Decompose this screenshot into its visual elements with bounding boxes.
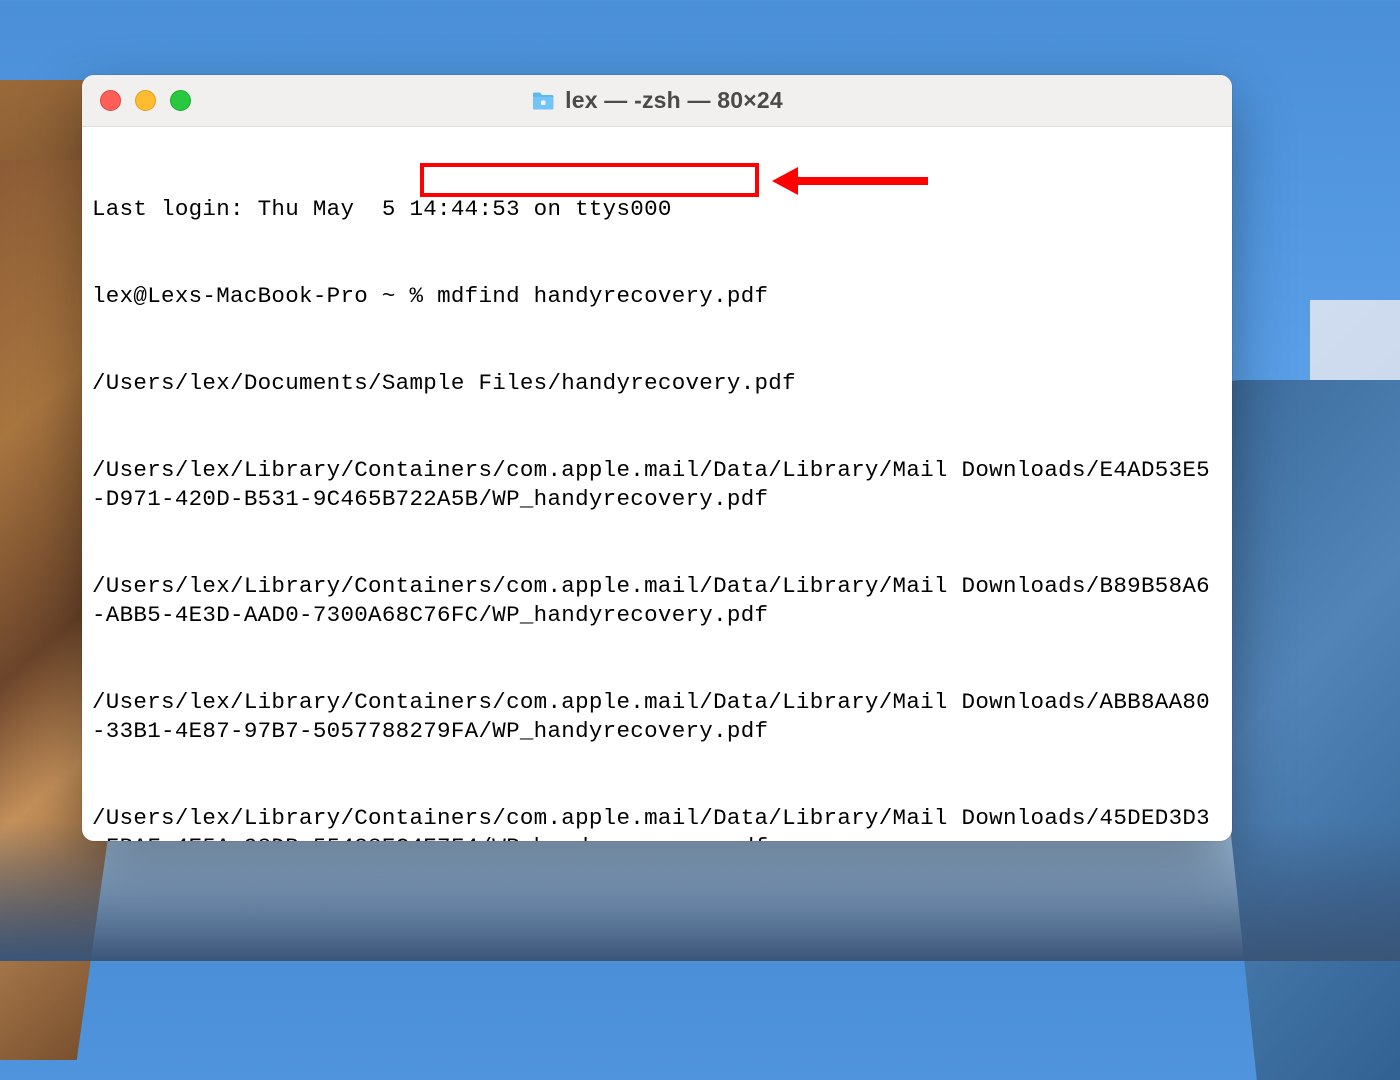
output-line: /Users/lex/Library/Containers/com.apple.… — [92, 456, 1222, 514]
folder-icon — [531, 91, 555, 111]
prompt-line: lex@Lexs-MacBook-Pro ~ % mdfind handyrec… — [92, 282, 1222, 311]
maximize-button[interactable] — [170, 90, 191, 111]
close-button[interactable] — [100, 90, 121, 111]
annotation-highlight-box — [420, 163, 759, 197]
titlebar[interactable]: lex — -zsh — 80×24 — [82, 75, 1232, 127]
arrow-shaft — [798, 177, 928, 185]
arrow-head-icon — [772, 167, 798, 195]
output-line: /Users/lex/Library/Containers/com.apple.… — [92, 688, 1222, 746]
window-title: lex — -zsh — 80×24 — [565, 87, 783, 114]
traffic-lights — [100, 90, 191, 111]
terminal-body[interactable]: Last login: Thu May 5 14:44:53 on ttys00… — [82, 127, 1232, 841]
command-text: mdfind handyrecovery.pdf — [437, 283, 768, 309]
output-line: /Users/lex/Documents/Sample Files/handyr… — [92, 369, 1222, 398]
prompt-prefix: lex@Lexs-MacBook-Pro ~ % — [92, 283, 437, 309]
output-line: /Users/lex/Library/Containers/com.apple.… — [92, 804, 1222, 841]
last-login-line: Last login: Thu May 5 14:44:53 on ttys00… — [92, 195, 1222, 224]
terminal-window: lex — -zsh — 80×24 Last login: Thu May 5… — [82, 75, 1232, 841]
minimize-button[interactable] — [135, 90, 156, 111]
output-line: /Users/lex/Library/Containers/com.apple.… — [92, 572, 1222, 630]
annotation-arrow — [772, 167, 928, 195]
wallpaper-gradient — [0, 821, 1400, 961]
